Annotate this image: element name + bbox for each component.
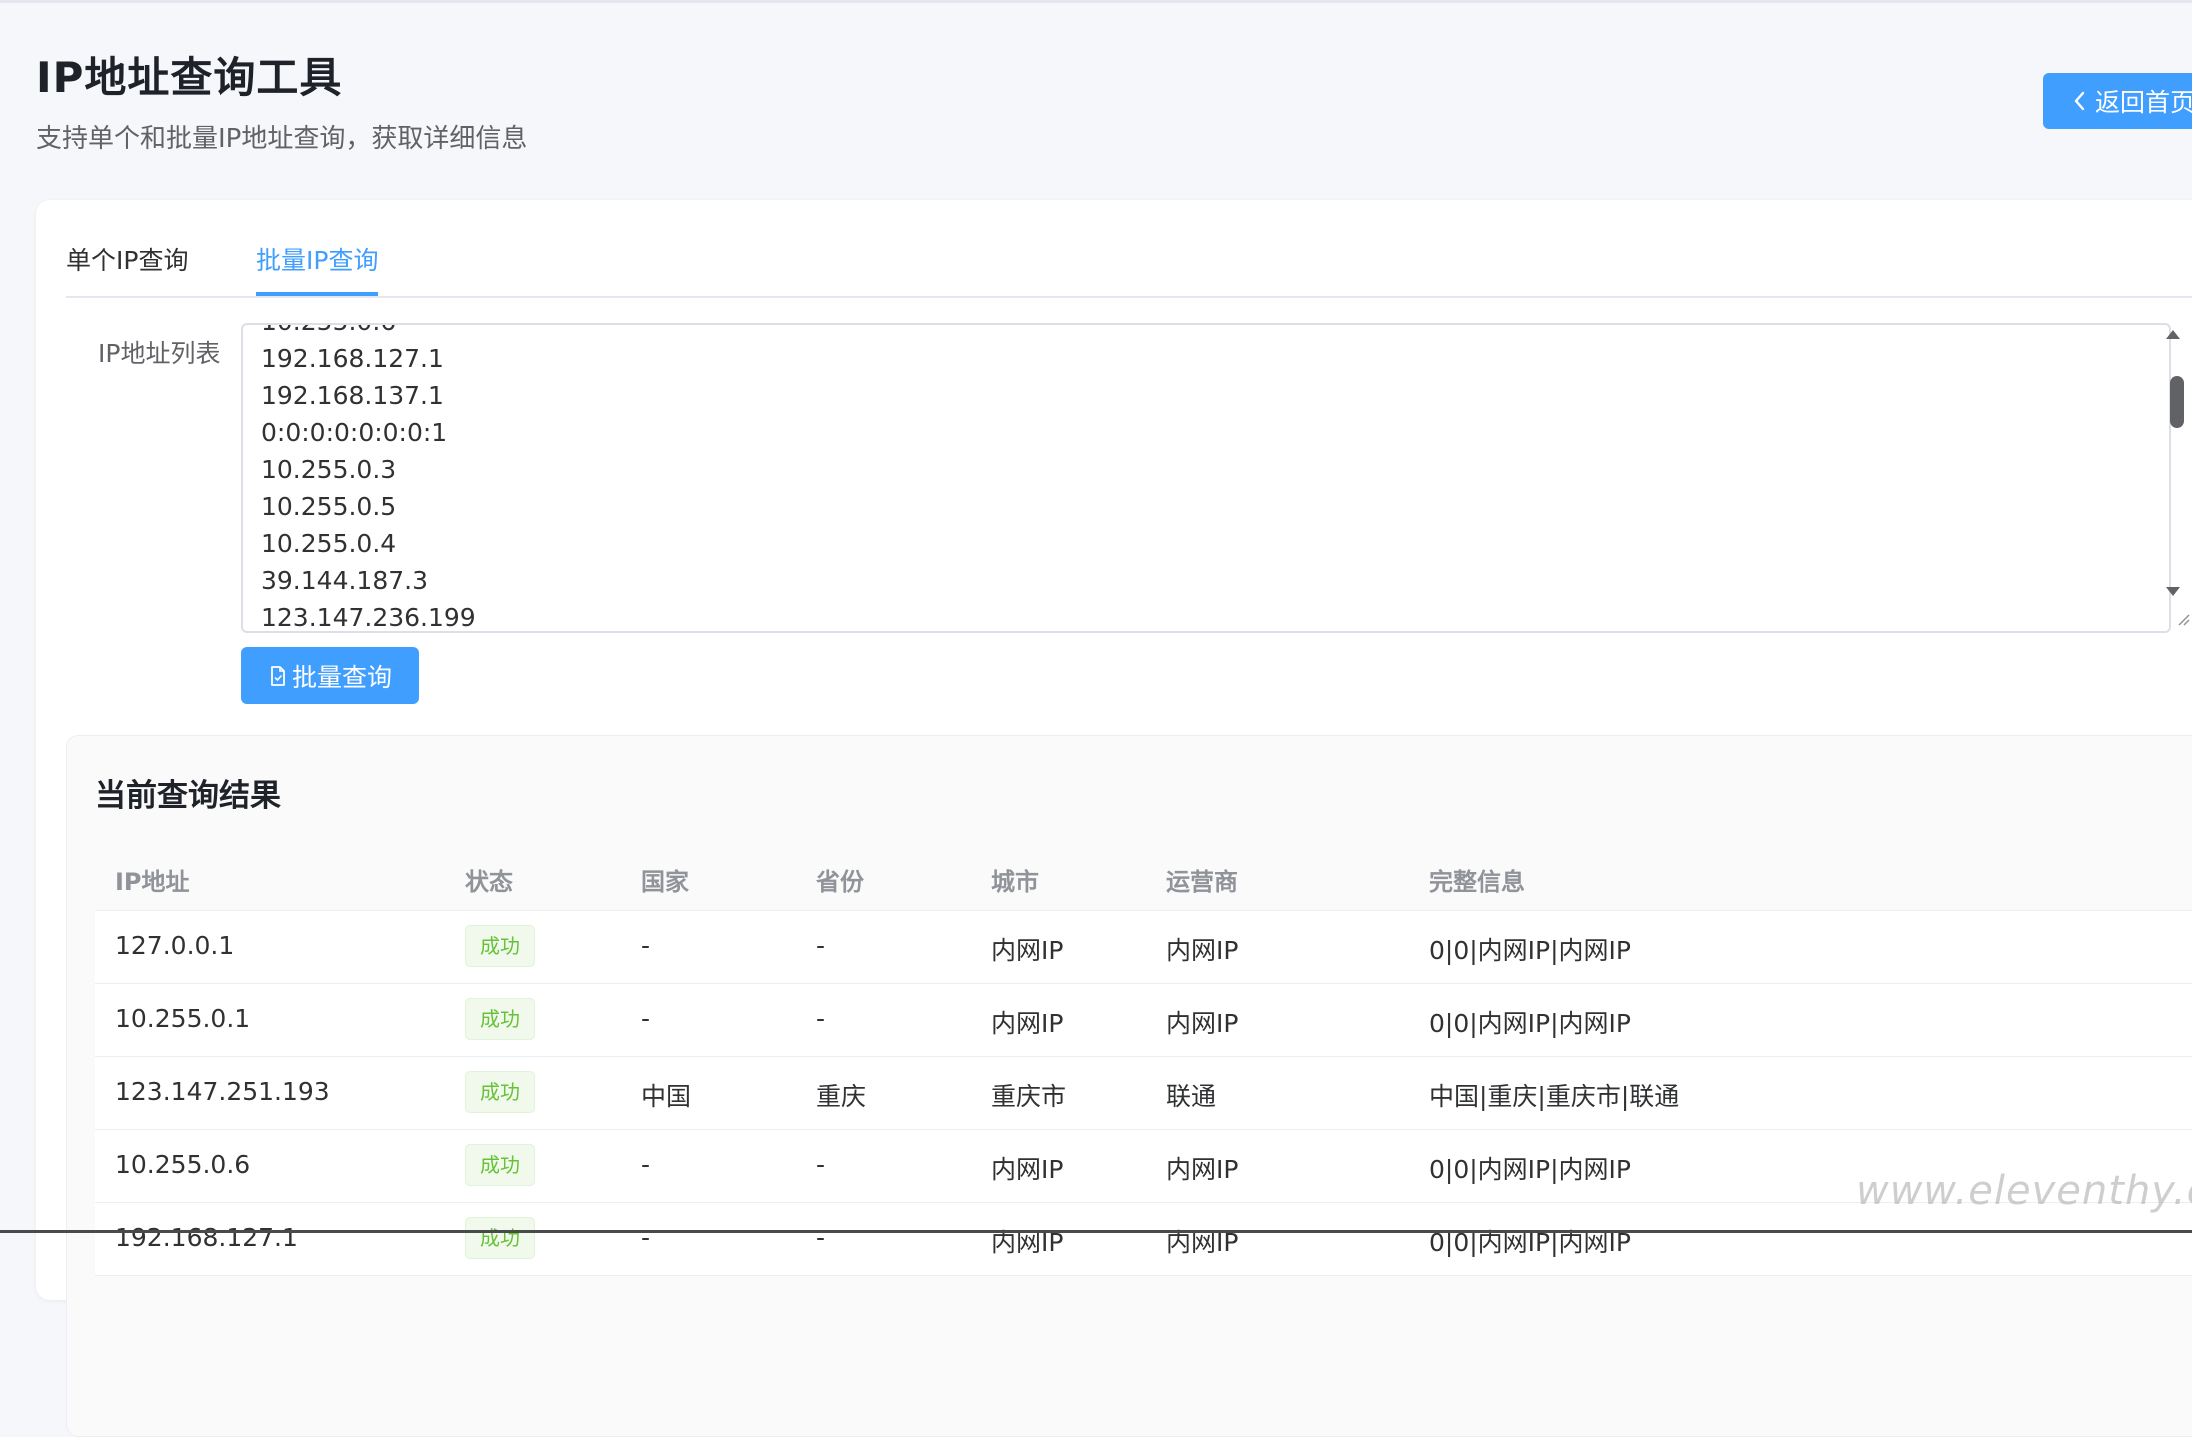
cell-province: - (816, 1004, 826, 1033)
ip-line: 192.168.127.1 (261, 344, 444, 373)
watermark-text: www.eleventhy.cn (1856, 1168, 2192, 1214)
status-badge: 成功 (465, 925, 535, 967)
table-header: IP地址 状态 国家 省份 城市 运营商 完整信息 (95, 840, 2192, 911)
cell-country: - (641, 1223, 651, 1252)
active-tab-indicator (256, 292, 378, 296)
cell-country: - (641, 1004, 651, 1033)
cell-city: 内网IP (991, 1009, 1064, 1038)
ip-line: 0:0:0:0:0:0:0:1 (261, 418, 448, 447)
tab-bar: 单个IP查询 批量IP查询 (66, 242, 2192, 298)
ip-list-label: IP地址列表 (98, 339, 221, 368)
table-row: 127.0.0.1 - - 内网IP 内网IP 0|0|内网IP|内网IP 成功 (95, 911, 2192, 984)
ip-line: 123.147.236.199 (261, 603, 476, 632)
cell-full-info: 0|0|内网IP|内网IP (1429, 936, 1631, 965)
cell-country: 中国 (641, 1082, 692, 1111)
cell-full-info: 0|0|内网IP|内网IP (1429, 1155, 1631, 1184)
tab-single-ip[interactable]: 单个IP查询 (66, 242, 188, 294)
column-header-country: 国家 (641, 868, 689, 896)
scroll-down-arrow-icon[interactable] (2166, 587, 2180, 596)
cell-country: - (641, 1150, 651, 1179)
document-icon (271, 665, 285, 686)
chevron-left-icon (2074, 91, 2085, 111)
cell-province: 重庆 (816, 1082, 867, 1111)
results-panel: 当前查询结果 IP地址 状态 国家 省份 城市 运营商 完整信息 127.0.0… (66, 735, 2192, 1437)
ip-line: 10.255.0.6 (261, 325, 476, 340)
cell-province: - (816, 931, 826, 960)
cell-isp: 内网IP (1166, 1009, 1239, 1038)
tab-batch-ip[interactable]: 批量IP查询 (256, 242, 378, 294)
column-header-province: 省份 (816, 868, 864, 896)
cell-isp: 内网IP (1166, 1228, 1239, 1257)
status-badge: 成功 (465, 1144, 535, 1186)
batch-query-label: 批量查询 (291, 662, 392, 692)
cell-isp: 内网IP (1166, 936, 1239, 965)
table-body: 127.0.0.1- - 内网IP 内网IP 0|0|内网IP|内网IP 成功 10.255… (95, 911, 2192, 1276)
cell-ip: 10.255.0.6 (115, 1150, 251, 1179)
cell-ip: 10.255.0.1 (115, 1004, 251, 1033)
cell-country: - (641, 931, 651, 960)
ip-list-textarea[interactable]: 10.255.0.6 192.168.127.1 192.168.137.1 0:0:… (241, 323, 2171, 633)
cell-province: - (816, 1150, 826, 1179)
scroll-up-arrow-icon[interactable] (2166, 330, 2180, 339)
query-card: 单个IP查询 批量IP查询 IP地址列表 10.255.0.6 192.168.1… (36, 200, 2192, 1437)
column-header-city: 城市 (991, 868, 1039, 896)
back-home-label: 返回首页 (2095, 88, 2192, 117)
cell-full-info: 0|0|内网IP|内网IP (1429, 1009, 1631, 1038)
column-header-isp: 运营商 (1166, 868, 1238, 896)
back-home-button[interactable]: 返回首页 (2043, 73, 2192, 129)
top-border (0, 0, 2192, 3)
status-badge: 成功 (465, 998, 535, 1040)
ip-line: 10.255.0.3 (261, 455, 397, 484)
resize-handle-icon[interactable] (2176, 612, 2190, 626)
cell-full-info: 中国|重庆|重庆市|联通 (1429, 1082, 1680, 1111)
cell-ip: 127.0.0.1 (115, 931, 235, 960)
textarea-scrollbar-thumb[interactable] (2170, 376, 2184, 428)
cell-ip: 192.168.127.1 (115, 1223, 298, 1252)
page-title: IP地址查询工具 (36, 53, 343, 102)
ip-line: 39.144.187.3 (261, 566, 428, 595)
page-subtitle: 支持单个和批量IP地址查询，获取详细信息 (36, 124, 528, 154)
cell-full-info: 0|0|内网IP|内网IP (1429, 1228, 1631, 1257)
cell-province: - (816, 1223, 826, 1252)
table-row: 10.255.0.1 - - 内网IP 内网IP 0|0|内网IP|内网IP 成功 (95, 984, 2192, 1057)
column-header-status: 状态 (465, 868, 513, 896)
cell-city: 内网IP (991, 1228, 1064, 1257)
table-row: 123.147.251.193 中国 重庆 重庆市 联通 中国|重庆|重庆市|联通 成功 (95, 1057, 2192, 1130)
cell-city: 内网IP (991, 1155, 1064, 1184)
cell-city: 重庆市 (991, 1082, 1067, 1111)
batch-query-button[interactable]: 批量查询 (241, 647, 419, 704)
ip-line: 10.255.0.4 (261, 529, 397, 558)
ip-line: 192.168.137.1 (261, 381, 444, 410)
status-badge: 成功 (465, 1217, 535, 1259)
ip-line: 10.255.0.5 (261, 492, 397, 521)
results-title: 当前查询结果 (95, 778, 281, 814)
ip-list-content: 10.255.0.6 192.168.127.1 192.168.137.1 0:0:… (261, 325, 476, 632)
cell-isp: 内网IP (1166, 1155, 1239, 1184)
status-badge: 成功 (465, 1071, 535, 1113)
cell-isp: 联通 (1166, 1082, 1217, 1111)
cell-ip: 123.147.251.193 (115, 1077, 330, 1106)
cell-city: 内网IP (991, 936, 1064, 965)
column-header-full-info: 完整信息 (1429, 868, 1525, 896)
column-header-ip: IP地址 (115, 868, 190, 896)
